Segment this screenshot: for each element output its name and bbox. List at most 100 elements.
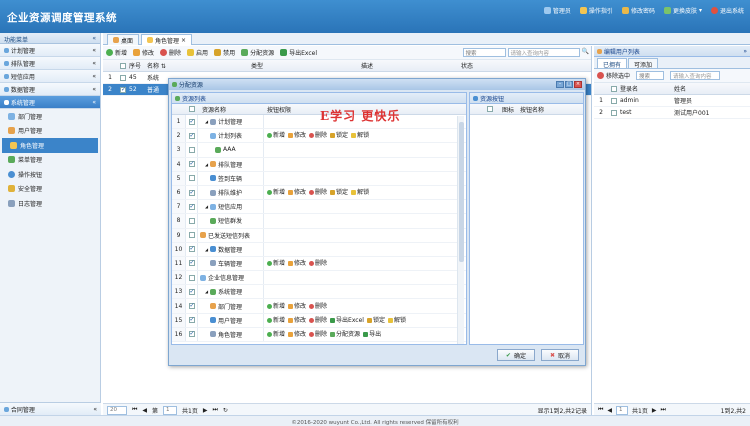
perm-button[interactable]: 删除 [309, 317, 327, 324]
row-checkbox[interactable] [188, 316, 195, 324]
row-checkbox[interactable] [611, 109, 617, 116]
tree-expand-icon[interactable]: ◢ [205, 119, 208, 124]
row-checkbox[interactable] [188, 288, 195, 295]
resource-row[interactable]: 16角色管理新增修改删除分配资源导出 [172, 327, 466, 342]
resource-row[interactable]: 2计划列表新增修改删除锁定解锁 [172, 129, 466, 144]
perm-button[interactable]: 删除 [309, 189, 327, 196]
tab-addable[interactable]: 可添加 [628, 58, 659, 69]
perm-button[interactable]: 删除 [309, 303, 327, 310]
resource-row[interactable]: 13◢系统管理 [172, 285, 466, 300]
enable-button[interactable]: 启用 [187, 48, 208, 57]
select-all-checkbox[interactable] [611, 85, 617, 92]
user-search-select[interactable]: 搜索 [636, 71, 665, 80]
first-page-icon[interactable]: ⏮ [598, 406, 603, 414]
perm-button[interactable]: 锁定 [366, 317, 385, 324]
select-all-checkbox[interactable] [487, 106, 493, 112]
perm-button[interactable]: 新增 [267, 260, 285, 267]
sidebar-item-security[interactable]: 安全管理 [0, 182, 100, 197]
next-page-icon[interactable]: ▶ [652, 407, 657, 414]
minimize-icon[interactable]: – [556, 81, 564, 88]
close-icon[interactable]: × [181, 37, 186, 44]
perm-button[interactable]: 删除 [309, 132, 327, 139]
perm-button[interactable]: 锁定 [330, 132, 348, 139]
resource-row[interactable]: 10◢数据管理 [172, 242, 466, 257]
user-search-input[interactable]: 请输入查询内容 [670, 71, 721, 80]
row-checkbox[interactable] [188, 217, 195, 224]
sidebar-group-system[interactable]: 系统管理 « [0, 96, 100, 109]
header-link-user[interactable]: 管理员 [543, 6, 571, 15]
perm-button[interactable]: 锁定 [330, 189, 348, 196]
sidebar-item-menu[interactable]: 菜单管理 [0, 153, 100, 168]
row-checkbox[interactable] [188, 232, 195, 239]
select-all-checkbox[interactable] [189, 106, 195, 112]
prev-page-icon[interactable]: ◀ [142, 407, 147, 414]
row-checkbox[interactable] [188, 302, 195, 310]
search-input[interactable]: 请输入查询内容 [507, 48, 580, 57]
row-checkbox[interactable] [188, 203, 195, 210]
perm-button[interactable]: 修改 [288, 331, 306, 338]
tree-expand-icon[interactable]: ◢ [205, 204, 208, 209]
sidebar-group-plan[interactable]: 计划管理 « [0, 44, 100, 57]
tab-role[interactable]: 角色管理 × [141, 34, 193, 45]
remove-selected-button[interactable]: 移除选中 [597, 71, 630, 80]
header-link-password[interactable]: 修改密码 [621, 6, 655, 15]
row-checkbox[interactable] [188, 189, 195, 196]
ok-button[interactable]: ✔ 确定 [496, 349, 535, 361]
perm-button[interactable]: 导出 [363, 331, 381, 338]
resource-row[interactable]: 3 AAA [172, 143, 466, 158]
perm-button[interactable]: 新增 [267, 132, 285, 139]
perm-button[interactable]: 新增 [267, 317, 285, 324]
last-page-icon[interactable]: ⏭ [213, 406, 218, 414]
perm-button[interactable]: 新增 [267, 331, 285, 338]
resource-row[interactable]: 8 短信群发 [172, 214, 466, 229]
tree-expand-icon[interactable]: ◢ [205, 289, 208, 294]
perm-button[interactable]: 修改 [288, 317, 306, 324]
sidebar-group-sms[interactable]: 短信应用 « [0, 70, 100, 83]
sidebar-group-data[interactable]: 数据管理 « [0, 83, 100, 96]
perm-button[interactable]: 新增 [267, 303, 285, 310]
cancel-button[interactable]: ✖ 取消 [540, 349, 579, 361]
tab-owned[interactable]: 已拥有 [597, 58, 628, 69]
sidebar-collapse-icon[interactable]: « [92, 35, 96, 42]
perm-button[interactable]: 修改 [288, 132, 306, 139]
header-link-logout[interactable]: 退出系统 [710, 6, 744, 15]
tab-desktop[interactable]: 桌面 [107, 34, 140, 45]
page-input[interactable]: 1 [616, 405, 629, 415]
sidebar-item-user[interactable]: 用户管理 [0, 124, 100, 139]
row-checkbox[interactable] [188, 146, 195, 153]
row-checkbox[interactable] [188, 160, 195, 168]
sidebar-item-button[interactable]: 操作按钮 [0, 167, 100, 182]
row-checkbox[interactable] [188, 274, 195, 281]
perm-button[interactable]: 导出Excel [330, 317, 364, 324]
search-select[interactable]: 搜索 [462, 48, 506, 57]
row-checkbox[interactable] [188, 259, 195, 267]
refresh-icon[interactable]: ↻ [223, 407, 228, 414]
perm-button[interactable]: 修改 [288, 260, 306, 267]
resource-row[interactable]: 5 签到车辆 [172, 171, 466, 186]
perm-button[interactable]: 新增 [267, 189, 285, 196]
row-checkbox[interactable] [120, 74, 126, 81]
scrollbar[interactable] [457, 116, 464, 344]
row-checkbox[interactable] [120, 86, 126, 93]
table-row[interactable]: 2 test 测试用户001 [594, 107, 750, 119]
resource-row[interactable]: 12 企业信息管理 [172, 271, 466, 286]
maximize-icon[interactable]: □ [565, 81, 573, 88]
select-all-checkbox[interactable] [120, 62, 126, 69]
perm-button[interactable]: 修改 [288, 303, 306, 310]
perm-button[interactable]: 删除 [309, 331, 327, 338]
search-icon[interactable]: 🔍 [582, 48, 589, 57]
delete-button[interactable]: 删除 [160, 48, 181, 57]
resource-row[interactable]: 9 已发送短信列表 [172, 228, 466, 243]
header-link-guide[interactable]: 操作指引 [579, 6, 613, 15]
page-input[interactable]: 1 [163, 405, 178, 415]
edit-button[interactable]: 修改 [133, 48, 154, 57]
sidebar-group-queue[interactable]: 排队管理 « [0, 57, 100, 70]
page-size-select[interactable]: 20 [107, 405, 127, 415]
row-checkbox[interactable] [188, 118, 195, 125]
perm-button[interactable]: 修改 [288, 189, 306, 196]
row-checkbox[interactable] [188, 245, 195, 253]
perm-button[interactable]: 解锁 [351, 189, 369, 196]
disable-button[interactable]: 禁用 [214, 48, 235, 57]
tree-expand-icon[interactable]: ◢ [205, 247, 208, 252]
close-icon[interactable]: × [574, 81, 582, 88]
